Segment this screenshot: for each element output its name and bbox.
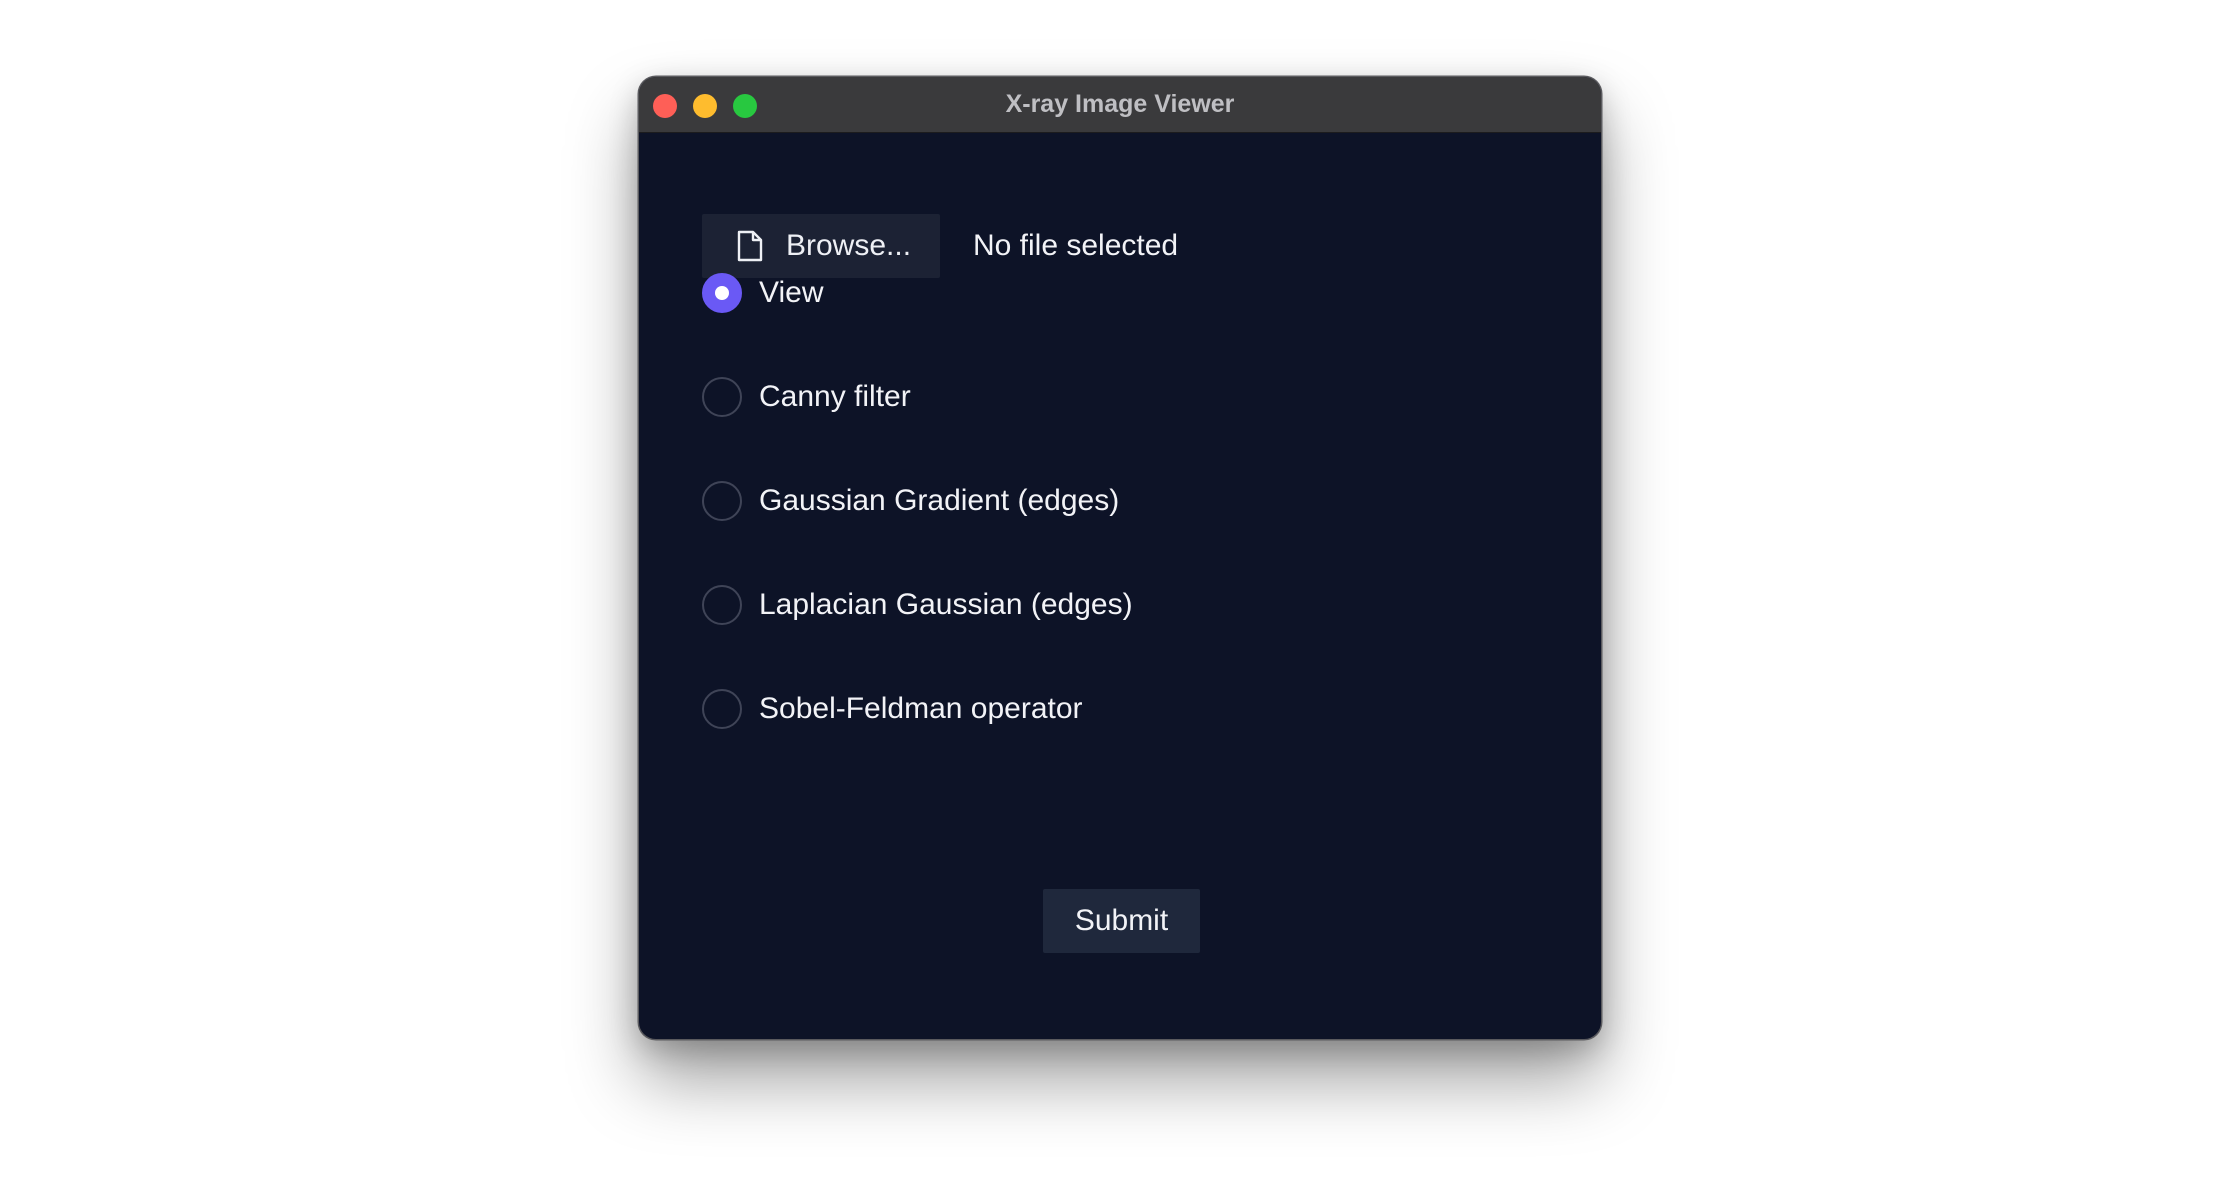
radio-button[interactable] — [702, 585, 742, 625]
radio-label: Laplacian Gaussian (edges) — [759, 588, 1133, 621]
radio-option-sobel-feldman[interactable]: Sobel-Feldman operator — [702, 687, 1083, 731]
radio-button[interactable] — [702, 689, 742, 729]
radio-option-view[interactable]: View — [702, 271, 823, 315]
file-icon — [736, 230, 764, 262]
browse-button[interactable]: Browse... — [702, 214, 940, 278]
main-content: Browse... No file selected View Canny fi… — [639, 133, 1601, 1039]
radio-option-gaussian-gradient[interactable]: Gaussian Gradient (edges) — [702, 479, 1119, 523]
title-bar[interactable]: X-ray Image Viewer — [639, 77, 1601, 133]
radio-button[interactable] — [702, 481, 742, 521]
radio-label: View — [759, 276, 824, 309]
radio-option-laplacian-gaussian[interactable]: Laplacian Gaussian (edges) — [702, 583, 1133, 627]
radio-label: Gaussian Gradient (edges) — [759, 484, 1120, 517]
browse-button-label: Browse... — [786, 229, 912, 262]
window-title: X-ray Image Viewer — [1005, 90, 1235, 118]
radio-label: Canny filter — [759, 380, 911, 413]
radio-button[interactable] — [702, 273, 742, 313]
submit-button[interactable]: Submit — [1043, 889, 1200, 953]
radio-option-canny-filter[interactable]: Canny filter — [702, 375, 911, 419]
radio-button[interactable] — [702, 377, 742, 417]
file-status-text: No file selected — [973, 229, 1179, 262]
app-window: X-ray Image Viewer Browse... No file sel… — [639, 77, 1601, 1039]
radio-label: Sobel-Feldman operator — [759, 692, 1083, 725]
